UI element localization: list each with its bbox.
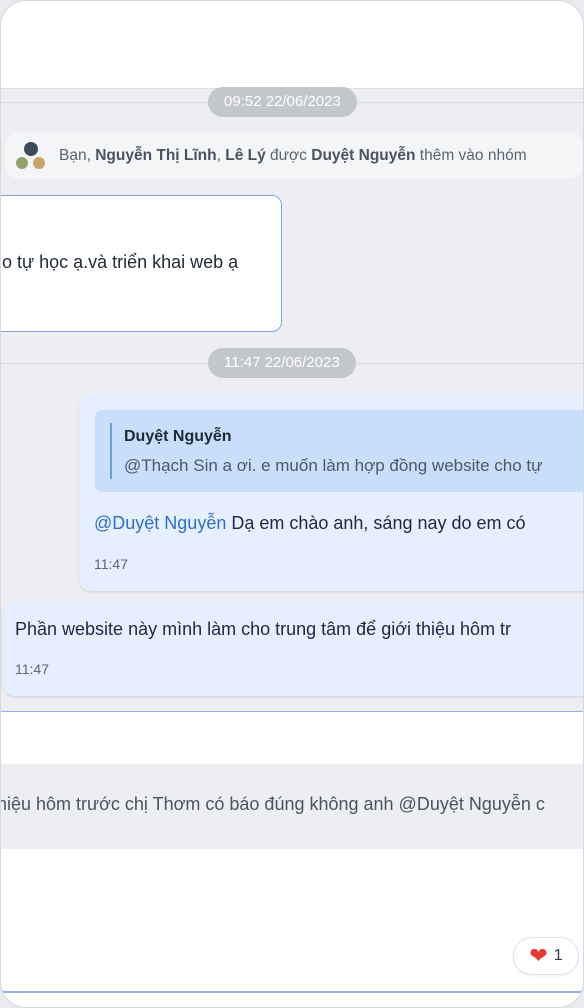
- avatar: [31, 154, 47, 171]
- system-text: Bạn, Nguyễn Thị Lĩnh, Lê Lý được Duyệt N…: [59, 146, 527, 164]
- time-divider: 11:47 22/06/2023: [1, 348, 583, 378]
- reaction-count: 1: [553, 947, 563, 964]
- message-preview-panel: hiệu hôm trước chị Thơm có báo đúng khôn…: [0, 711, 583, 993]
- message-bubble[interactable]: o tự học ạ.và triển khai web ạ: [1, 195, 282, 332]
- quote-text: @Thạch Sin a ơi. e muốn làm hợp đồng web…: [124, 456, 543, 475]
- reaction-badge[interactable]: ❤ 1: [513, 937, 579, 975]
- message-text: @Duyệt Nguyễn Dạ em chào anh, sáng nay d…: [94, 513, 526, 533]
- quoted-message[interactable]: Duyệt Nguyễn @Thạch Sin a ơi. e muốn làm…: [95, 410, 583, 492]
- avatar: [14, 154, 30, 171]
- bottom-area: [1, 993, 583, 1007]
- reply-message-bubble[interactable]: Duyệt Nguyễn @Thạch Sin a ơi. e muốn làm…: [79, 393, 583, 591]
- time-pill: 11:47 22/06/2023: [208, 348, 356, 378]
- chat-window: 09:52 22/06/2023 Bạn, Nguyễn Thị Lĩnh, L…: [0, 0, 584, 1008]
- preview-text: hiệu hôm trước chị Thơm có báo đúng khôn…: [0, 794, 545, 814]
- preview-strip: hiệu hôm trước chị Thơm có báo đúng khôn…: [0, 764, 583, 849]
- message-text: o tự học ạ.và triển khai web ạ: [2, 252, 239, 272]
- group-avatar: [13, 139, 49, 173]
- heart-icon: ❤: [529, 943, 548, 968]
- member-name[interactable]: Lê Lý: [225, 147, 265, 164]
- member-name[interactable]: Nguyễn Thị Lĩnh: [95, 147, 216, 164]
- actor-name[interactable]: Duyệt Nguyễn: [311, 147, 415, 164]
- quote-bar: [110, 423, 112, 479]
- chat-header-area: [1, 1, 583, 89]
- time-divider: 09:52 22/06/2023: [1, 87, 583, 117]
- system-message: Bạn, Nguyễn Thị Lĩnh, Lê Lý được Duyệt N…: [5, 132, 583, 179]
- message-time: 11:47: [94, 556, 128, 572]
- message-bubble[interactable]: Phần website này mình làm cho trung tâm …: [3, 601, 583, 696]
- quote-author: Duyệt Nguyễn: [124, 428, 232, 445]
- message-time: 11:47: [15, 661, 49, 677]
- message-text: Phần website này mình làm cho trung tâm …: [15, 619, 512, 639]
- mention-link[interactable]: @Duyệt Nguyễn: [94, 513, 226, 533]
- time-pill: 09:52 22/06/2023: [208, 87, 357, 117]
